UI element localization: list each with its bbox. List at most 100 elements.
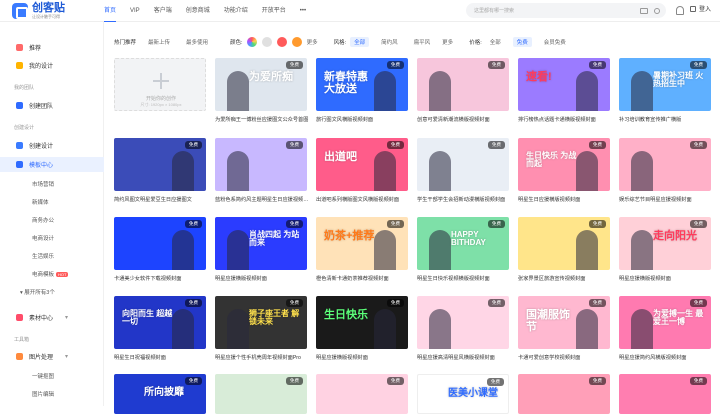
sidebar-item-create-design[interactable]: 创建设计 bbox=[0, 138, 104, 153]
template-caption[interactable]: 创意可爱清新潮流横版视频封面 bbox=[417, 116, 511, 123]
template-card[interactable]: 向阳而生 超越一切 免费 bbox=[114, 296, 206, 349]
template-caption[interactable]: 橙色清新卡通奶茶推荐视频封面 bbox=[316, 275, 410, 282]
template-caption[interactable]: 蓝粉色系简约风主题明星生日应援视频封面 bbox=[215, 196, 309, 203]
sidebar-sub-office[interactable]: 商务办公 bbox=[32, 216, 54, 224]
template-card[interactable]: 免费 bbox=[316, 374, 408, 414]
sidebar-sub-ecommerce-template[interactable]: 电商模板 HOT bbox=[32, 270, 69, 278]
create-blank-card[interactable]: 开始你的创作 尺寸: 1920px × 1080px bbox=[114, 58, 206, 111]
sort-hot[interactable]: 热门推荐 bbox=[114, 38, 136, 46]
bell-icon[interactable] bbox=[676, 6, 684, 15]
style-flat[interactable]: 扁平风 bbox=[410, 37, 435, 47]
template-card[interactable]: 肖战四起 为站而来 免费 bbox=[215, 217, 307, 270]
price-free[interactable]: 免费 bbox=[512, 37, 532, 47]
style-all[interactable]: 全部 bbox=[350, 37, 370, 47]
sidebar-sub-image-edit[interactable]: 图片编辑 bbox=[32, 390, 54, 398]
template-caption[interactable]: 出道吧系列横版图文风横版视频封面 bbox=[316, 196, 410, 203]
template-card[interactable]: HAPPY BITHDAY 免费 bbox=[417, 217, 509, 270]
template-card[interactable]: 医美小课堂 免费 bbox=[417, 374, 509, 414]
template-caption[interactable]: 排行榜热点话题卡通横版视频封面 bbox=[518, 116, 612, 123]
template-card[interactable]: 免费 bbox=[417, 58, 509, 111]
template-card[interactable]: 免费 bbox=[518, 217, 610, 270]
template-caption[interactable]: 补习培训教育宣传推广横版 bbox=[619, 116, 713, 123]
sidebar-item-create-team[interactable]: 创建团队 bbox=[0, 98, 104, 113]
sidebar-item-template-center[interactable]: 模板中心 bbox=[0, 157, 104, 172]
template-caption[interactable]: 卡通可爱创意学校视频封面 bbox=[518, 354, 612, 361]
template-card[interactable]: 免费 bbox=[114, 217, 206, 270]
template-card[interactable]: 新春特惠 大放送 免费 bbox=[316, 58, 408, 111]
template-card[interactable]: 走向阳光 免费 bbox=[619, 217, 711, 270]
template-caption[interactable]: 明星应援高清明星风横版视频封面 bbox=[417, 354, 511, 361]
nav-vip[interactable]: VIP bbox=[130, 0, 140, 22]
color-more[interactable]: 更多 bbox=[307, 38, 318, 46]
sort-most-used[interactable]: 最多使用 bbox=[182, 37, 212, 47]
style-label: 风格: bbox=[333, 40, 347, 46]
template-card[interactable]: 所向披靡 免费 bbox=[114, 374, 206, 414]
nav-open-platform[interactable]: 开放平台 bbox=[262, 0, 286, 22]
sidebar-sub-lifestyle[interactable]: 生活娱乐 bbox=[32, 252, 54, 260]
template-card[interactable]: 免费 bbox=[215, 374, 307, 414]
template-card[interactable]: 免费 bbox=[518, 374, 610, 414]
sidebar-item-my-design[interactable]: 我的设计 bbox=[0, 58, 104, 73]
template-card[interactable]: 生日快乐 为战而起 免费 bbox=[518, 138, 610, 191]
template-card[interactable]: 免费 bbox=[215, 138, 307, 191]
sort-latest[interactable]: 最新上传 bbox=[144, 37, 174, 47]
template-caption[interactable]: 卡通美少女软件下载视频封面 bbox=[114, 275, 208, 282]
template-caption[interactable]: 明星应援个性手机壳周年视频封面Pro bbox=[215, 354, 309, 361]
nav-features[interactable]: 功能介绍 bbox=[224, 0, 248, 22]
template-card[interactable]: 免费 bbox=[114, 138, 206, 191]
template-card[interactable]: 出道吧 免费 bbox=[316, 138, 408, 191]
template-caption[interactable]: 明星应援横版视频封面 bbox=[316, 354, 410, 361]
style-more[interactable]: 更多 bbox=[442, 38, 453, 46]
template-card[interactable]: 为爱搏一生 最爱王一博 免费 bbox=[619, 296, 711, 349]
brand-logo[interactable]: 创客贴 让设计触手可得 bbox=[0, 2, 104, 19]
template-caption[interactable]: 娱乐综艺节目明星应援视频封面 bbox=[619, 196, 713, 203]
template-caption[interactable]: 明星应援横版视频封面 bbox=[215, 275, 309, 282]
sidebar-expand[interactable]: ▾ 展开所有3个 bbox=[20, 288, 55, 296]
sidebar-item-material[interactable]: 素材中心 ▾ bbox=[0, 310, 104, 325]
template-card[interactable]: 暑期补习班 火热招生中 免费 bbox=[619, 58, 711, 111]
login-button[interactable]: 登入 bbox=[690, 4, 711, 13]
color-swatch-all[interactable] bbox=[246, 37, 257, 47]
template-card[interactable]: 国潮服饰节 免费 bbox=[518, 296, 610, 349]
sidebar-item-recommend[interactable]: 推荐 bbox=[0, 40, 104, 55]
search-box[interactable]: 这里都有哪一搜索 bbox=[466, 3, 666, 18]
color-swatch-gray[interactable] bbox=[261, 37, 272, 47]
sidebar-sub-new-media[interactable]: 新媒体 bbox=[32, 198, 49, 206]
template-card[interactable]: 为爱所痴 免费 bbox=[215, 58, 307, 111]
search-icon[interactable] bbox=[654, 7, 660, 14]
template-card[interactable]: 生日快乐 免费 bbox=[316, 296, 408, 349]
template-caption[interactable]: 明星生日祝福视频封面 bbox=[114, 354, 208, 361]
price-all[interactable]: 全部 bbox=[486, 37, 505, 47]
camera-icon[interactable] bbox=[640, 7, 648, 14]
color-swatch-red[interactable] bbox=[276, 37, 287, 47]
template-caption[interactable]: 旅行图文风横版视频封面 bbox=[316, 116, 410, 123]
template-caption[interactable]: 简约风图文明星爱豆生日应援图文 bbox=[114, 196, 208, 203]
template-card[interactable]: 速看! 免费 bbox=[518, 58, 610, 111]
price-vip-free[interactable]: 会员免费 bbox=[540, 37, 570, 47]
template-card[interactable]: 免费 bbox=[417, 296, 509, 349]
template-caption[interactable]: 明星应援横版视频封面 bbox=[619, 275, 713, 282]
sidebar-item-image-tools[interactable]: 图片处理 ▾ bbox=[0, 349, 104, 364]
template-card[interactable]: 免费 bbox=[619, 374, 711, 414]
template-card[interactable]: 奶茶+推荐 免费 bbox=[316, 217, 408, 270]
template-caption[interactable]: 为爱所痴王一博粉丝应援图文公众号首图 bbox=[215, 116, 309, 123]
color-swatch-orange[interactable] bbox=[291, 37, 302, 47]
nav-more[interactable]: ••• bbox=[300, 0, 306, 22]
template-caption[interactable]: 明星生日快乐视频横版视频封面 bbox=[417, 275, 511, 282]
template-card[interactable]: 免费 bbox=[417, 138, 509, 191]
template-card[interactable]: 免费 bbox=[619, 138, 711, 191]
style-simple[interactable]: 简约风 bbox=[377, 37, 402, 47]
template-caption[interactable]: 明星生日应援横版视频封面 bbox=[518, 196, 612, 203]
template-card[interactable]: 狮子座王者 解锁未来 免费 bbox=[215, 296, 307, 349]
sidebar-sub-marketing[interactable]: 市场营销 bbox=[32, 180, 54, 188]
search-input[interactable]: 这里都有哪一搜索 bbox=[474, 7, 640, 14]
template-caption[interactable]: 张家界景区旅游宣传视频封面 bbox=[518, 275, 612, 282]
template-caption[interactable]: 明星应援简约风横版视频封面 bbox=[619, 354, 713, 361]
nav-client[interactable]: 客户端 bbox=[154, 0, 172, 22]
nav-mall[interactable]: 创意商城 bbox=[186, 0, 210, 22]
sidebar-item-label: 推荐 bbox=[29, 46, 42, 52]
sidebar-sub-cutout[interactable]: 一键抠图 bbox=[32, 372, 54, 380]
nav-home[interactable]: 首页 bbox=[104, 0, 117, 22]
template-caption[interactable]: 学生干部学生会招新动漫横版视频封面 bbox=[417, 196, 511, 203]
sidebar-sub-ecommerce[interactable]: 电商设计 bbox=[32, 234, 54, 242]
